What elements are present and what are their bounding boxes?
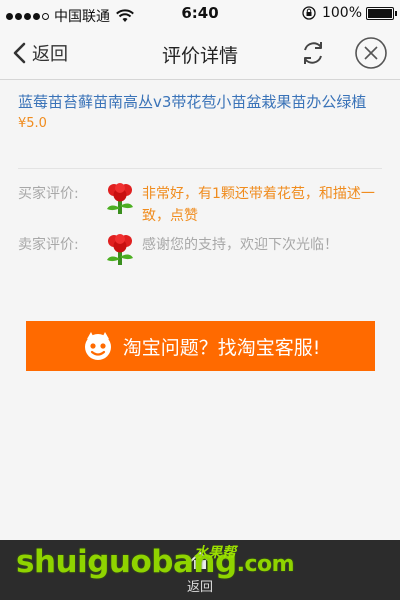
- status-right: 100%: [302, 5, 397, 21]
- customer-service-label: 淘宝问题？找淘宝客服!: [122, 336, 321, 359]
- status-bar: 中国联通 6:40 100%: [0, 0, 400, 28]
- battery-percent: 100%: [321, 5, 362, 21]
- seller-review-label: 卖家评价:: [18, 237, 79, 253]
- nav-bar: 返回 评价详情: [0, 28, 400, 80]
- home-icon[interactable]: [188, 549, 212, 573]
- close-icon[interactable]: [354, 36, 388, 70]
- seller-review-text: 感谢您的支持，欢迎下次光临！: [142, 237, 338, 253]
- product-name-link[interactable]: 蓝莓苗苔藓苗南高丛v3带花苞小苗盆栽果苗办公绿植: [18, 92, 388, 113]
- page-title: 评价详情: [161, 45, 238, 67]
- bottom-back-button[interactable]: 返回: [0, 576, 400, 595]
- seller-review: 卖家评价: 感谢您的支持，欢迎下次光临！: [18, 234, 388, 267]
- customer-service-button[interactable]: 淘宝问题？找淘宝客服!: [26, 321, 375, 371]
- buyer-review-label: 买家评价:: [18, 186, 79, 202]
- taobao-mascot-icon: [84, 332, 111, 360]
- bottom-bar: 返回: [0, 540, 400, 600]
- refresh-icon[interactable]: [298, 38, 328, 68]
- battery-icon: [366, 6, 397, 20]
- buyer-review-text: 非常好，有1颗还带着花苞，和描述一致，点赞: [142, 186, 375, 224]
- divider: [18, 168, 382, 169]
- rotation-lock-icon: [302, 6, 316, 20]
- flower-icon: [107, 234, 133, 265]
- product-info: 蓝莓苗苔藓苗南高丛v3带花苞小苗盆栽果苗办公绿植 ¥5.0: [18, 92, 388, 131]
- product-price: ¥5.0: [18, 116, 47, 131]
- battery-fill: [368, 8, 392, 18]
- flower-icon: [107, 183, 133, 214]
- buyer-review: 买家评价: 非常好，有1颗还带着花苞，和描述一致，点赞: [18, 183, 388, 227]
